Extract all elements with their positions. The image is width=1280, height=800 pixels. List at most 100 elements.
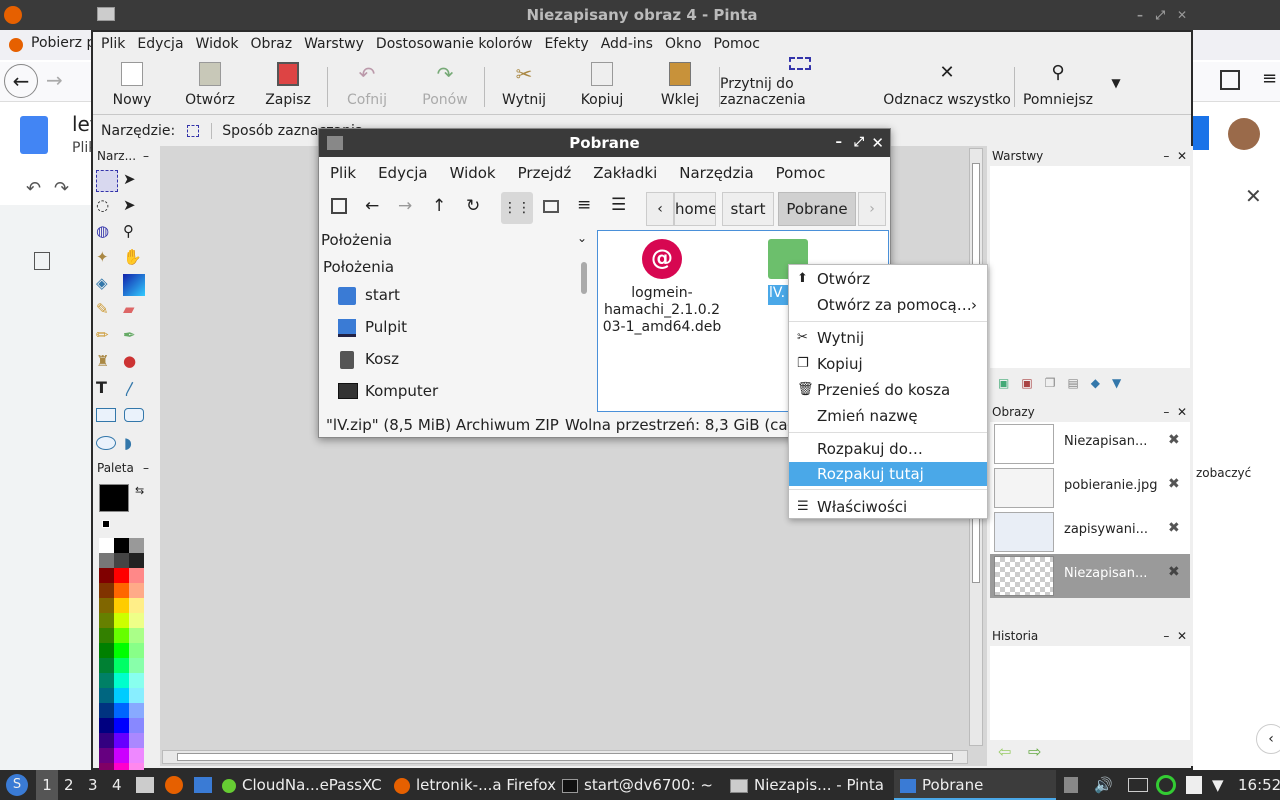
- duplicate-layer-icon[interactable]: ❐: [1045, 376, 1056, 390]
- primary-color-swatch[interactable]: [99, 484, 129, 512]
- menu-icon[interactable]: ≡: [1262, 68, 1277, 89]
- fm-menu-plik[interactable]: Plik: [330, 164, 356, 182]
- new-button[interactable]: Nowy: [93, 57, 171, 114]
- text-tool-icon[interactable]: T: [96, 378, 118, 400]
- file-manager-launcher-icon[interactable]: [136, 777, 154, 793]
- deselect-button[interactable]: ✕ Odznacz wszystko: [880, 57, 1014, 114]
- palette-swatch[interactable]: [129, 658, 144, 673]
- maximize-icon[interactable]: ⤢: [854, 129, 864, 157]
- ctx-rename[interactable]: Zmień nazwę: [789, 404, 987, 428]
- forward-icon[interactable]: →: [398, 196, 412, 216]
- ellipse-tool-icon[interactable]: [96, 436, 116, 450]
- move-selection-tool-icon[interactable]: ➤: [123, 196, 145, 218]
- palette-swatch[interactable]: [114, 718, 129, 733]
- ctx-open[interactable]: ⬆ Otwórz: [789, 267, 987, 291]
- palette-swatch[interactable]: [129, 568, 144, 583]
- up-icon[interactable]: ↑: [432, 196, 446, 216]
- task-terminal[interactable]: start@dv6700: ~: [562, 770, 722, 800]
- minimize-icon[interactable]: –: [143, 458, 149, 478]
- palette-swatch[interactable]: [114, 583, 129, 598]
- window-launcher-icon[interactable]: [194, 777, 212, 793]
- move-selected-tool-icon[interactable]: ➤: [123, 170, 145, 192]
- palette-swatch[interactable]: [99, 673, 114, 688]
- palette-swatch[interactable]: [114, 733, 129, 748]
- menu-obraz[interactable]: Obraz: [251, 36, 293, 52]
- palette-swatch[interactable]: [129, 583, 144, 598]
- palette-swatch[interactable]: [129, 733, 144, 748]
- firefox-launcher-icon[interactable]: [165, 776, 183, 794]
- fm-menu-zakladki[interactable]: Zakładki: [593, 164, 657, 182]
- sidebar-scrollbar[interactable]: [581, 262, 587, 294]
- workspace-3[interactable]: 3: [88, 770, 98, 800]
- back-icon[interactable]: ←: [365, 196, 379, 216]
- tab-title[interactable]: Pobierz p: [31, 35, 95, 51]
- palette-swatch[interactable]: [114, 673, 129, 688]
- palette-swatch[interactable]: [129, 718, 144, 733]
- palette-swatch[interactable]: [129, 748, 144, 763]
- palette-swatch[interactable]: [114, 628, 129, 643]
- palette-swatch[interactable]: [99, 583, 114, 598]
- panel-controls[interactable]: – ✕: [1163, 402, 1187, 422]
- redo-icon[interactable]: ↷: [54, 178, 69, 199]
- menu-warstwy[interactable]: Warstwy: [304, 36, 364, 52]
- minimize-icon[interactable]: –: [1137, 0, 1143, 30]
- magic-wand-tool-icon[interactable]: ✦: [96, 248, 118, 270]
- new-tab-icon[interactable]: [331, 198, 347, 214]
- palette-swatch[interactable]: [114, 748, 129, 763]
- palette-swatch[interactable]: [99, 688, 114, 703]
- palette-swatch[interactable]: [99, 538, 114, 553]
- breadcrumb-right-button[interactable]: ›: [858, 192, 886, 226]
- menu-edycja[interactable]: Edycja: [137, 36, 183, 52]
- scrollbar-thumb[interactable]: [177, 753, 953, 761]
- ctx-open-with[interactable]: Otwórz za pomocą… ›: [789, 293, 987, 317]
- reload-icon[interactable]: ↻: [466, 196, 480, 216]
- places-dropdown[interactable]: Położenia: [321, 231, 392, 249]
- palette-swatch[interactable]: [114, 658, 129, 673]
- close-image-icon[interactable]: ✖: [1168, 432, 1180, 448]
- breadcrumb-home[interactable]: home: [674, 192, 716, 226]
- clipboard-tray-icon[interactable]: [1064, 777, 1078, 793]
- redo-button[interactable]: ↷ Ponów: [406, 57, 484, 114]
- palette-swatch[interactable]: [99, 643, 114, 658]
- ellipse-select-tool-icon[interactable]: ◍: [96, 222, 118, 244]
- bucket-tool-icon[interactable]: ◈: [96, 274, 118, 296]
- close-image-icon[interactable]: ✖: [1168, 520, 1180, 536]
- avatar[interactable]: [1228, 118, 1260, 150]
- panel-controls[interactable]: – ✕: [1163, 146, 1187, 166]
- menu-pomoc[interactable]: Pomoc: [714, 36, 760, 52]
- ctx-properties[interactable]: ☰ Właściwości: [789, 495, 987, 519]
- palette-swatch[interactable]: [114, 703, 129, 718]
- keyboard-icon[interactable]: [1128, 778, 1148, 792]
- breadcrumb-pobrane[interactable]: Pobrane: [778, 192, 856, 226]
- color-picker-tool-icon[interactable]: ✒: [123, 326, 145, 348]
- paste-button[interactable]: Wklej: [641, 57, 719, 114]
- expand-icon[interactable]: ‹: [1256, 724, 1280, 754]
- status-tray-icon[interactable]: [1156, 775, 1176, 795]
- palette-swatch[interactable]: [114, 553, 129, 568]
- palette-swatch[interactable]: [114, 643, 129, 658]
- palette-swatch[interactable]: [129, 613, 144, 628]
- crop-button[interactable]: Przytnij do zaznaczenia: [720, 57, 880, 114]
- ctx-copy[interactable]: ❐ Kopiuj: [789, 352, 987, 376]
- ctx-cut[interactable]: ✂ Wytnij: [789, 326, 987, 350]
- freeform-shape-tool-icon[interactable]: ◗: [124, 434, 146, 456]
- palette-swatch[interactable]: [99, 568, 114, 583]
- line-tool-icon[interactable]: 〳: [123, 378, 145, 400]
- lasso-tool-icon[interactable]: ◌: [96, 196, 118, 218]
- copy-button[interactable]: Kopiuj: [563, 57, 641, 114]
- palette-swatch[interactable]: [99, 733, 114, 748]
- palette-swatch[interactable]: [99, 703, 114, 718]
- palette-swatch[interactable]: [99, 598, 114, 613]
- palette-swatch[interactable]: [129, 598, 144, 613]
- close-image-icon[interactable]: ✖: [1168, 564, 1180, 580]
- menu-efekty[interactable]: Efekty: [544, 36, 588, 52]
- rect-select-icon[interactable]: [187, 125, 200, 137]
- start-menu-icon[interactable]: S: [6, 774, 28, 796]
- history-undo-icon[interactable]: ⇦: [998, 742, 1011, 761]
- palette-swatch[interactable]: [114, 688, 129, 703]
- cut-button[interactable]: ✂ Wytnij: [485, 57, 563, 114]
- palette-swatch[interactable]: [129, 628, 144, 643]
- thumbnail-view-icon[interactable]: [543, 200, 559, 213]
- place-start[interactable]: start: [335, 284, 565, 310]
- delete-layer-icon[interactable]: ▣: [1021, 376, 1032, 390]
